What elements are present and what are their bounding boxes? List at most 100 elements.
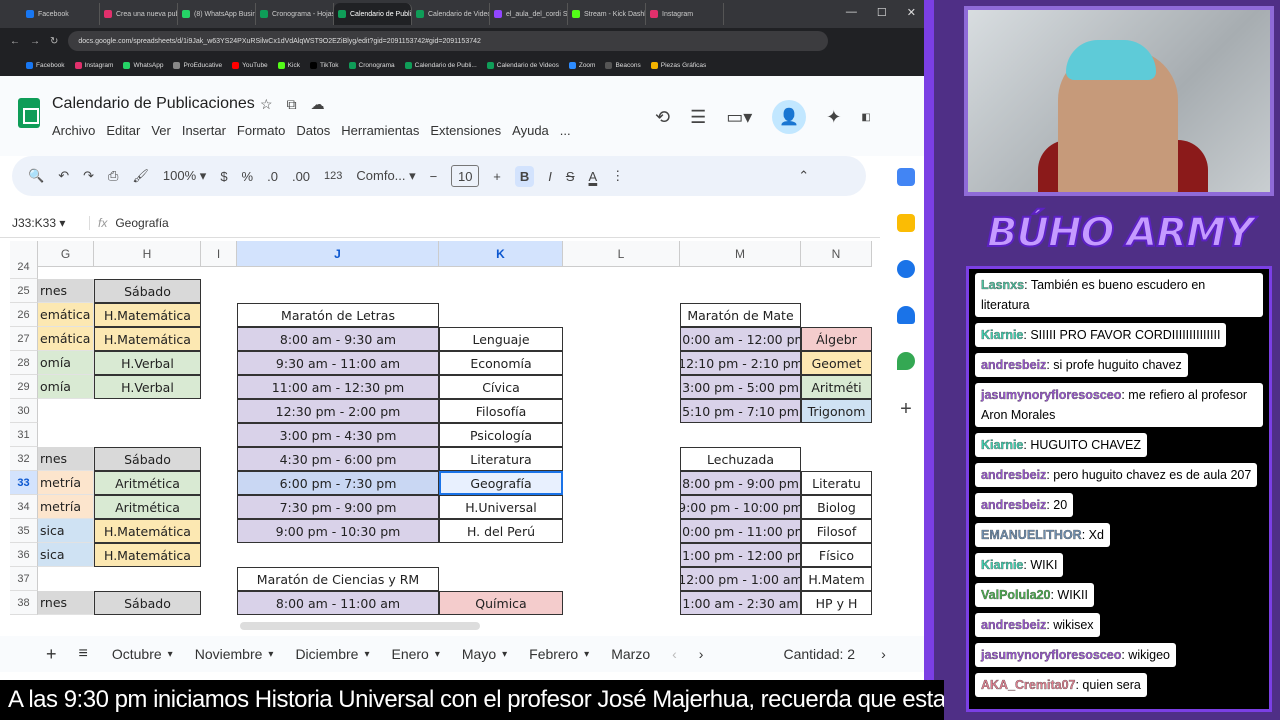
collapse-chevron-icon[interactable]: ⌃	[798, 168, 809, 184]
grid-cell[interactable]: Maratón de Mate	[680, 303, 801, 327]
chat-username[interactable]: jasumynoryfloresosceo	[981, 388, 1122, 402]
browser-tab[interactable]: Instagram	[646, 3, 724, 25]
row-header[interactable]: 31	[10, 423, 38, 447]
grid-cell[interactable]: Maratón de Ciencias y RM	[237, 567, 439, 591]
chat-username[interactable]: Kiarnie	[981, 558, 1024, 572]
grid-cell[interactable]: Psicología	[439, 423, 563, 447]
row-header[interactable]: 38	[10, 591, 38, 615]
number-format-button[interactable]: 123	[324, 170, 342, 182]
menu-item[interactable]: Formato	[237, 123, 285, 138]
grid-cell[interactable]: 12:10 pm - 2:10 pm	[680, 351, 801, 375]
row-header[interactable]: 28	[10, 351, 38, 375]
column-header[interactable]: L	[563, 241, 680, 267]
grid-cell[interactable]: Filosofía	[439, 399, 563, 423]
bookmark-item[interactable]: Cronograma	[348, 61, 395, 69]
sheet-tab[interactable]: Diciembre ▾	[295, 646, 369, 662]
grid-cell[interactable]: metría	[38, 471, 94, 495]
menu-item[interactable]: ...	[560, 123, 571, 138]
horizontal-scrollbar[interactable]	[240, 622, 480, 630]
zoom-select[interactable]: 100% ▾	[163, 168, 206, 184]
grid-cell[interactable]: sica	[38, 543, 94, 567]
currency-button[interactable]: $	[220, 169, 227, 184]
row-header[interactable]: 27	[10, 327, 38, 351]
url-field[interactable]: docs.google.com/spreadsheets/d/1i9Jak_w6…	[68, 31, 829, 51]
percent-button[interactable]: %	[242, 169, 254, 184]
history-icon[interactable]: ⟲	[655, 107, 670, 128]
grid-cell[interactable]: Cívica	[439, 375, 563, 399]
add-addon-icon[interactable]: +	[900, 398, 912, 421]
increase-decimal-button[interactable]: .00	[292, 169, 310, 184]
browser-tab[interactable]: Crea una nueva publ	[100, 3, 178, 25]
grid-cell[interactable]: 10:00 am - 12:00 pm	[680, 327, 801, 351]
print-icon[interactable]: ⎙	[108, 168, 118, 184]
chat-username[interactable]: Kiarnie	[981, 328, 1024, 342]
grid-cell[interactable]: H.Verbal	[94, 351, 201, 375]
chat-username[interactable]: Kiarnie	[981, 438, 1024, 452]
grid-cell[interactable]: H.Matemática	[94, 519, 201, 543]
grid-cell[interactable]: sica	[38, 519, 94, 543]
grid-cell[interactable]: 10:00 pm - 11:00 pm	[680, 519, 801, 543]
back-icon[interactable]: ←	[10, 36, 20, 47]
grid-cell[interactable]: emática	[38, 303, 94, 327]
grid-cell[interactable]: 9:00 pm - 10:00 pm	[680, 495, 801, 519]
grid-cell[interactable]: Álgebr	[801, 327, 872, 351]
row-header[interactable]: 33	[10, 471, 38, 495]
menu-item[interactable]: Herramientas	[341, 123, 419, 138]
chat-username[interactable]: andresbeiz	[981, 358, 1047, 372]
column-header[interactable]: I	[201, 241, 237, 267]
grid-cell[interactable]: Maratón de Letras	[237, 303, 439, 327]
row-header[interactable]: 26	[10, 303, 38, 327]
keep-icon[interactable]	[897, 214, 915, 232]
sheet-tab[interactable]: Enero ▾	[391, 646, 439, 662]
grid-cell[interactable]: H.Matemática	[94, 543, 201, 567]
maximize-icon[interactable]: ☐	[877, 6, 887, 19]
column-header[interactable]: N	[801, 241, 872, 267]
forward-icon[interactable]: →	[30, 36, 40, 47]
grid-cell[interactable]: 8:00 am - 9:30 am	[237, 327, 439, 351]
grid-cell[interactable]: Lenguaje	[439, 327, 563, 351]
grid-cell[interactable]: rnes	[38, 591, 94, 615]
redo-icon[interactable]: ↷	[83, 168, 94, 184]
font-size-decrease[interactable]: −	[430, 169, 438, 184]
paint-format-icon[interactable]: 🖌	[132, 168, 149, 184]
grid-cell[interactable]: Filosof	[801, 519, 872, 543]
sheets-logo-icon[interactable]	[18, 98, 40, 128]
decrease-decimal-button[interactable]: .0	[267, 169, 278, 184]
row-header[interactable]: 37	[10, 567, 38, 591]
grid-cell[interactable]: 3:00 pm - 4:30 pm	[237, 423, 439, 447]
row-header[interactable]: 32	[10, 447, 38, 471]
grid-cell[interactable]: metría	[38, 495, 94, 519]
chat-username[interactable]: andresbeiz	[981, 618, 1047, 632]
chat-username[interactable]: EMANUELITHOR	[981, 528, 1082, 542]
column-header[interactable]: K	[439, 241, 563, 267]
bookmark-item[interactable]: Instagram	[74, 61, 113, 69]
contacts-icon[interactable]	[897, 306, 915, 324]
menu-item[interactable]: Insertar	[182, 123, 226, 138]
menu-item[interactable]: Extensiones	[430, 123, 501, 138]
browser-tab[interactable]: Cronograma - Hojas	[256, 3, 334, 25]
sheet-tab[interactable]: Febrero ▾	[529, 646, 589, 662]
menu-item[interactable]: Datos	[296, 123, 330, 138]
browser-tab[interactable]: el_aula_del_cordi Str	[490, 3, 568, 25]
gemini-icon[interactable]: ✦	[826, 107, 841, 128]
row-header[interactable]: 25	[10, 279, 38, 303]
row-header[interactable]: 29	[10, 375, 38, 399]
chat-username[interactable]: AKA_Cremita07	[981, 678, 1076, 692]
column-header[interactable]: H	[94, 241, 201, 267]
font-select[interactable]: Comfo... ▾	[356, 168, 415, 184]
bookmark-item[interactable]: Kick	[277, 61, 300, 69]
sheet-tab[interactable]: Octubre ▾	[112, 646, 173, 662]
tasks-icon[interactable]	[897, 260, 915, 278]
grid-cell[interactable]: Aritmética	[94, 471, 201, 495]
grid-cell[interactable]: emática	[38, 327, 94, 351]
sheet-tab[interactable]: Marzo	[611, 646, 650, 662]
chat-username[interactable]: jasumynoryfloresosceo	[981, 648, 1122, 662]
move-folder-icon[interactable]: ⧉	[287, 96, 297, 113]
grid-cell[interactable]: Literatu	[801, 471, 872, 495]
bookmark-item[interactable]: ProEducative	[173, 61, 222, 69]
name-box[interactable]: J33:K33 ▾	[0, 215, 90, 230]
grid-cell[interactable]: H.Matem	[801, 567, 872, 591]
cloud-status-icon[interactable]: ☁	[311, 96, 325, 113]
grid-cell[interactable]: Literatura	[439, 447, 563, 471]
strikethrough-button[interactable]: S	[566, 169, 575, 184]
